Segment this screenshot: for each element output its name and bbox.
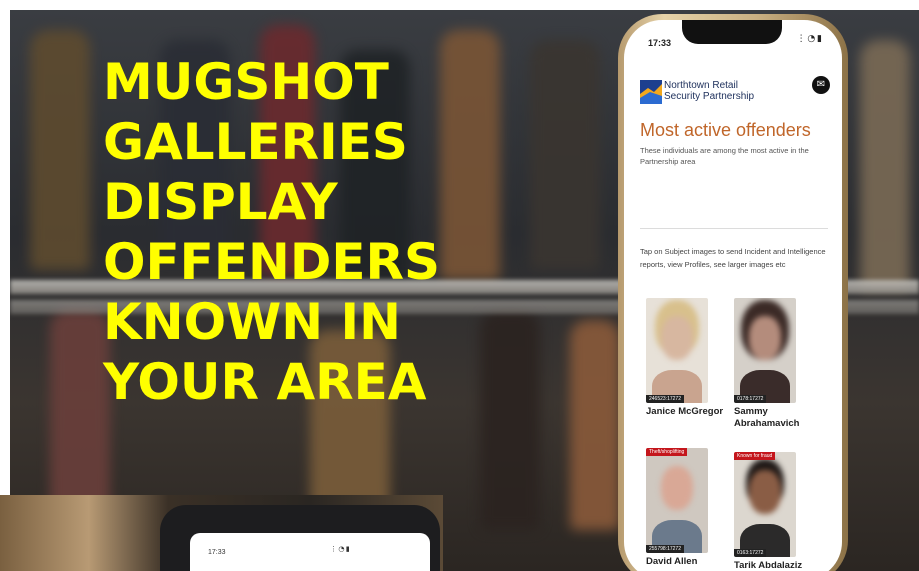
headline: MUGSHOT GALLERIES DISPLAY OFFENDERS KNOW… (103, 52, 463, 412)
page-title: Most active offenders (640, 120, 811, 140)
page-description: These individuals are among the most act… (640, 146, 809, 166)
second-phone-photo: 17:33 ⋮ ◔ ▮ (0, 495, 443, 571)
mail-icon[interactable]: ✉ (812, 76, 830, 94)
second-phone-status-icons: ⋮ ◔ ▮ (330, 545, 350, 553)
blurred-face (661, 316, 693, 360)
org-name-line: Security Partnership (664, 91, 755, 102)
headline-line: KNOWN IN (103, 293, 401, 351)
promo-graphic: MUGSHOT GALLERIES DISPLAY OFFENDERS KNOW… (0, 0, 919, 571)
second-phone-status-time: 17:33 (208, 549, 226, 556)
phone-notch (682, 20, 782, 44)
offender-name: David Allen (646, 556, 698, 567)
offender-photo[interactable]: 0178:17272 (734, 298, 796, 403)
second-phone-screen (190, 533, 430, 571)
bottle-shape (480, 310, 540, 530)
offender-tag: Theft/shoplifting (646, 448, 688, 456)
smartphone-mockup: 17:33 ⋮ ◔ ▮ Northtown Retail Security Pa… (618, 14, 848, 571)
offender-ref: 255798:17272 (646, 545, 684, 553)
headline-line: GALLERIES (103, 113, 408, 171)
divider (640, 228, 828, 229)
headline-line: DISPLAY (103, 173, 338, 231)
blurred-face (661, 466, 693, 510)
partnership-logo-icon (640, 80, 662, 104)
bottle-shape (860, 40, 910, 290)
offender-name: Sammy Abrahamavich (734, 406, 800, 429)
status-icons: ⋮ ◔ ▮ (796, 34, 822, 44)
headline-line: YOUR AREA (103, 353, 427, 411)
bottle-shape (530, 40, 600, 270)
offender-ref: 0178:17272 (734, 395, 767, 403)
offender-name: Tarik Abdalaziz (734, 560, 803, 571)
offender-ref: 0163:17272 (734, 549, 767, 557)
headline-line: OFFENDERS (103, 233, 440, 291)
offender-ref: 246523:17272 (646, 395, 684, 403)
offender-name: Janice McGregor (646, 406, 724, 417)
blurred-face (749, 470, 781, 514)
bottle-shape (50, 310, 110, 520)
blurred-face (749, 316, 781, 360)
offender-photo[interactable]: Known for fraud 0163:17272 (734, 452, 796, 557)
org-name-line: Northtown Retail (664, 80, 738, 91)
org-name: Northtown Retail Security Partnership (664, 80, 754, 102)
offender-photo[interactable]: Theft/shoplifting 255798:17272 (646, 448, 708, 553)
status-time: 17:33 (648, 38, 672, 48)
offender-photo[interactable]: 246523:17272 (646, 298, 708, 403)
offender-tag: Known for fraud (734, 452, 776, 460)
bottle-shape (30, 30, 90, 270)
headline-line: MUGSHOT (103, 53, 389, 111)
phone-screen: 17:33 ⋮ ◔ ▮ Northtown Retail Security Pa… (624, 20, 842, 571)
bottle-shape (570, 320, 620, 530)
instructions-text: Tap on Subject images to send Incident a… (640, 247, 826, 269)
